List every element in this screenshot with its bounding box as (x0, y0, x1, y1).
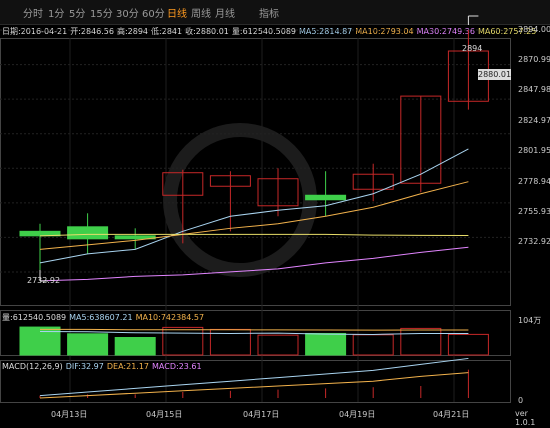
volume-ma5: MA5:638607.21 (69, 313, 133, 322)
macd-dea-line (39, 372, 469, 399)
price-tick-0: 2894.00 (518, 25, 550, 34)
volume-bar (352, 334, 394, 356)
macd-dif: DIF:32.97 (65, 362, 104, 371)
candle-body (67, 226, 109, 240)
macd-info-bar: MACD(12,26,9) DIF:32.97 DEA:21.17 MACD:23.6… (2, 362, 205, 371)
x-label-3: 04月19日 (339, 410, 376, 419)
macd-value: MACD:23.61 (152, 362, 202, 371)
price-tick-5: 2778.94 (518, 177, 550, 186)
volume-bar (257, 334, 299, 356)
price-tick-2: 2847.98 (518, 85, 550, 94)
price-tick-3: 2824.97 (518, 116, 550, 125)
macd-dea: DEA:21.17 (106, 362, 150, 371)
high-annotation: 2894 (462, 44, 483, 53)
x-label-4: 04月21日 (433, 410, 470, 419)
x-label-1: 04月15日 (146, 410, 183, 419)
ma5-line (39, 148, 469, 264)
price-tick-4: 2801.95 (518, 146, 550, 155)
current-price-tag: 2880.01 (478, 69, 512, 80)
price-tick-1: 2870.99 (518, 55, 550, 64)
volume-ma10-line (40, 328, 469, 331)
x-label-0: 04月13日 (51, 410, 88, 419)
volume-info-bar: 量:612540.5089 MA5:638607.21 MA10:742384.57 (2, 312, 207, 323)
volume-bar (162, 326, 204, 356)
volume-bar (400, 327, 442, 356)
candle-body (305, 194, 347, 201)
volume-bar (305, 332, 347, 356)
volume-axis-label: 104万 (518, 316, 542, 325)
watermark-logo (163, 123, 317, 277)
price-tick-7: 2732.92 (518, 237, 550, 246)
x-label-2: 04月17日 (243, 410, 280, 419)
macd-name: MACD(12,26,9) (2, 362, 63, 371)
volume-bar (114, 337, 156, 356)
low-annotation: 2732.92 (27, 276, 61, 285)
price-tick-6: 2755.93 (518, 207, 550, 216)
volume-bar (67, 333, 109, 356)
volume-ma10: MA10:742384.57 (135, 313, 205, 322)
version-label: ver 1.0.1 (515, 409, 536, 427)
macd-axis-label: 0 (518, 396, 524, 405)
volume-value: 量:612540.5089 (2, 313, 67, 322)
